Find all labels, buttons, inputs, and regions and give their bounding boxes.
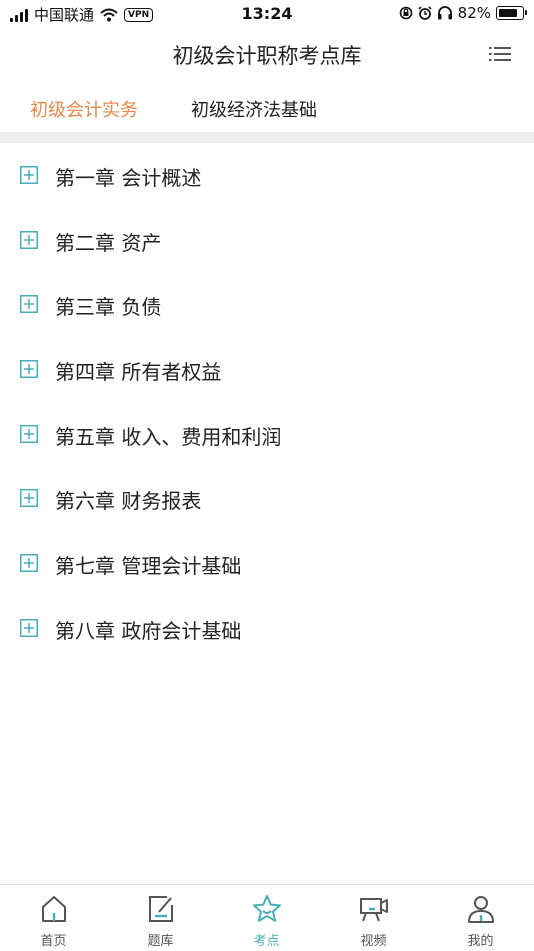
chapter-title: 第一章 会计概述 — [55, 166, 202, 190]
chapter-title: 第二章 资产 — [55, 231, 162, 255]
menu-button[interactable] — [488, 44, 512, 64]
chapter-title: 第五章 收入、费用和利润 — [55, 425, 282, 449]
chapter-item[interactable]: 第四章 所有者权益 — [0, 337, 534, 401]
headphones-icon — [437, 6, 452, 20]
tab-home-label: 首页 — [40, 934, 67, 949]
expand-plus-icon[interactable] — [20, 554, 38, 572]
tab-profile[interactable]: 我的 — [427, 885, 534, 951]
chapter-item[interactable]: 第五章 收入、费用和利润 — [0, 402, 534, 466]
chapter-item[interactable]: 第六章 财务报表 — [0, 466, 534, 530]
tab-question-bank[interactable]: 题库 — [107, 885, 214, 951]
expand-plus-icon[interactable] — [20, 166, 38, 184]
battery-percent: 82% — [457, 4, 491, 22]
edit-icon — [149, 896, 173, 922]
tab-key-points-label: 考点 — [253, 934, 280, 949]
expand-plus-icon[interactable] — [20, 360, 38, 378]
chapter-item[interactable]: 第一章 会计概述 — [0, 143, 534, 207]
tab-economic-law[interactable]: 初级经济法基础 — [191, 96, 317, 122]
chapter-title: 第六章 财务报表 — [55, 489, 202, 513]
chapter-item[interactable]: 第七章 管理会计基础 — [0, 531, 534, 595]
expand-plus-icon[interactable] — [20, 425, 38, 443]
page-title: 初级会计职称考点库 — [172, 44, 362, 68]
chapter-item[interactable]: 第八章 政府会计基础 — [0, 596, 534, 660]
user-icon — [468, 896, 494, 923]
chapter-item[interactable]: 第二章 资产 — [0, 208, 534, 272]
chapter-title: 第三章 负债 — [55, 295, 162, 319]
battery-icon — [496, 6, 527, 20]
chapter-title: 第八章 政府会计基础 — [55, 619, 242, 643]
alarm-icon — [418, 6, 432, 20]
video-camera-icon — [360, 898, 388, 922]
section-divider — [0, 132, 534, 143]
tab-key-points[interactable]: 考点 — [213, 885, 320, 951]
tab-profile-label: 我的 — [467, 934, 494, 949]
tab-home[interactable]: 首页 — [0, 885, 107, 951]
expand-plus-icon[interactable] — [20, 489, 38, 507]
star-icon — [253, 895, 281, 922]
chapter-title: 第四章 所有者权益 — [55, 360, 222, 384]
home-icon — [42, 896, 66, 922]
tab-video[interactable]: 视频 — [320, 885, 427, 951]
chapter-title: 第七章 管理会计基础 — [55, 554, 242, 578]
expand-plus-icon[interactable] — [20, 295, 38, 313]
status-bar: 中国联通 VPN 13:24 82% — [0, 0, 534, 28]
tab-video-label: 视频 — [360, 934, 387, 949]
rotation-lock-icon — [399, 6, 412, 20]
expand-plus-icon[interactable] — [20, 619, 38, 637]
tab-accounting-practice[interactable]: 初级会计实务 — [30, 96, 138, 122]
bottom-tab-bar: 首页 题库 考点 视频 我的 — [0, 884, 534, 951]
chapter-item[interactable]: 第三章 负债 — [0, 272, 534, 336]
list-icon — [489, 47, 511, 61]
expand-plus-icon[interactable] — [20, 231, 38, 249]
subject-tabs: 初级会计实务 初级经济法基础 — [0, 88, 534, 132]
status-right: 82% — [399, 4, 527, 22]
tab-question-bank-label: 题库 — [147, 934, 174, 949]
nav-header: 初级会计职称考点库 — [0, 28, 534, 80]
